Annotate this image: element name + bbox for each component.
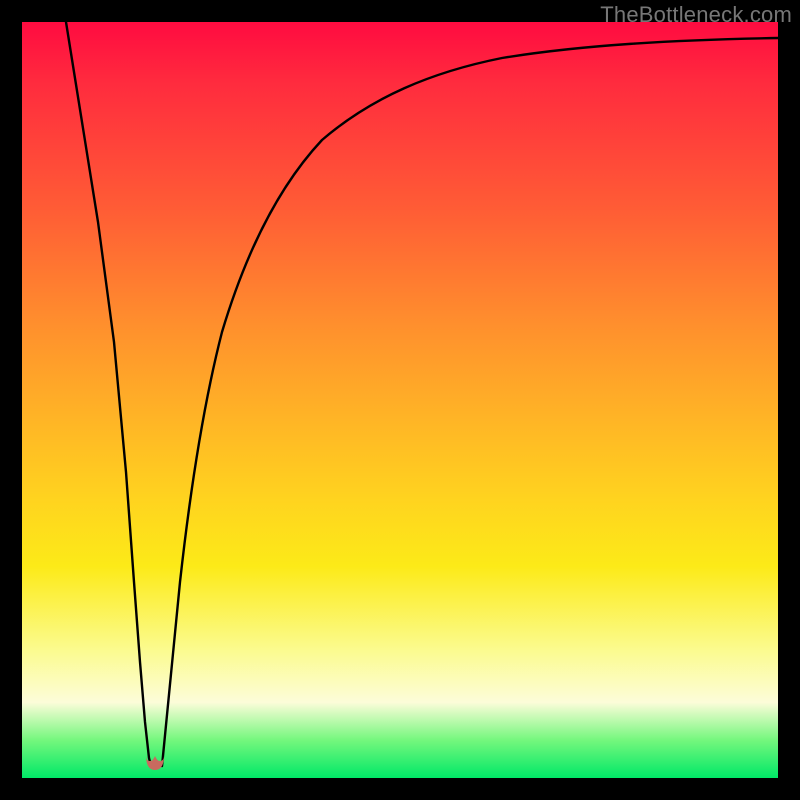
chart-frame: TheBottleneck.com [0, 0, 800, 800]
watermark-text: TheBottleneck.com [600, 2, 792, 28]
curve-layer [22, 22, 778, 778]
bottleneck-curve-left [66, 22, 151, 766]
plot-area [22, 22, 778, 778]
bottleneck-curve-right [162, 38, 778, 766]
